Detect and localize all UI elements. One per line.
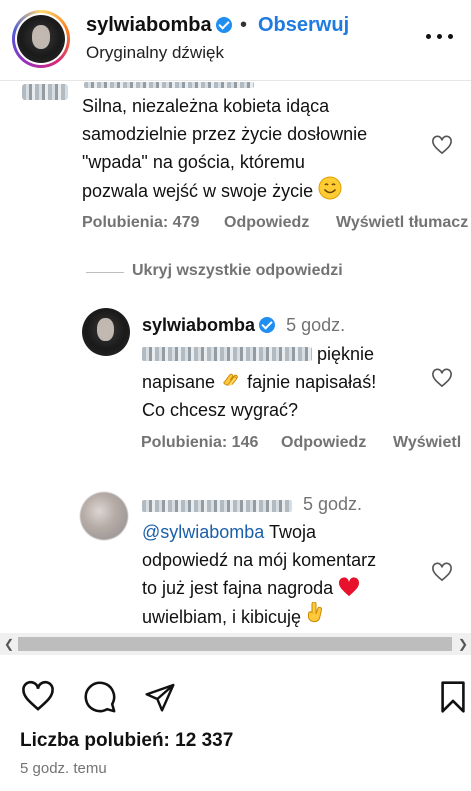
scroll-left-icon[interactable]: ❮: [4, 637, 14, 651]
reply-time: 5 godz.: [286, 315, 346, 335]
header-username[interactable]: sylwiabomba: [86, 14, 232, 37]
comment-line: to już jest fajna nagroda: [142, 574, 442, 602]
save-bookmark-icon[interactable]: [440, 680, 466, 714]
blurred-username[interactable]: [142, 500, 292, 512]
audio-label[interactable]: Oryginalny dźwięk: [86, 43, 224, 63]
comment-line: Co chcesz wygrać?: [142, 400, 299, 420]
post-time: 5 godz. temu: [20, 760, 107, 777]
blurred-username-top: [84, 82, 254, 88]
comment-line: "wpada" na gościa, któremu: [82, 152, 305, 172]
comment-line: odpowiedź na mój komentarz: [142, 550, 377, 570]
reply-body: pięknie napisane fajnie napisałaś! Co ch…: [142, 340, 432, 424]
comment-line: Silna, niezależna kobieta idąca: [82, 96, 330, 116]
like-reply-icon[interactable]: [431, 562, 453, 582]
share-icon[interactable]: [143, 681, 177, 713]
clapping-hands-icon: [223, 373, 238, 386]
translate-button[interactable]: Wyświetl: [393, 434, 461, 452]
smiling-face-icon: [318, 176, 342, 200]
reply-likes[interactable]: Polubienia: 146: [141, 434, 258, 452]
comment-line: @sylwiabomba Twoja: [142, 522, 317, 542]
scroll-right-icon[interactable]: ❯: [458, 637, 468, 651]
comment-line: samodzielnie przez życie dosłownie: [82, 124, 368, 144]
comment-line: pozwala wejść w swoje życie: [82, 176, 422, 205]
post-header: sylwiabomba • Obserwuj Oryginalny dźwięk: [0, 0, 471, 80]
replies-line: [86, 272, 124, 273]
reply-button[interactable]: Odpowiedz: [281, 434, 366, 452]
like-reply-icon[interactable]: [431, 368, 453, 388]
comment-likes[interactable]: Polubienia: 479: [82, 214, 199, 232]
profile-avatar[interactable]: [12, 10, 70, 68]
reply2-time: 5 godz.: [303, 494, 363, 514]
comment-line: uwielbiam, i kibicuję: [142, 602, 442, 631]
translate-button[interactable]: Wyświetl tłumacz: [336, 214, 468, 232]
reply2-avatar-blurred[interactable]: [80, 492, 128, 540]
reply-username[interactable]: sylwiabomba 5 godz.: [142, 315, 345, 336]
comment-line: pięknie: [142, 340, 432, 368]
comment-line: napisane fajnie napisałaś!: [142, 368, 432, 396]
header-divider: [0, 80, 471, 81]
like-post-icon[interactable]: [20, 680, 56, 712]
reply-avatar[interactable]: [82, 308, 130, 356]
follow-button[interactable]: Obserwuj: [258, 14, 349, 37]
verified-badge-icon: [215, 17, 232, 33]
comment-icon[interactable]: [83, 680, 117, 714]
reply2-body: @sylwiabomba Twoja odpowiedź na mój kome…: [142, 518, 442, 631]
hide-replies-button[interactable]: Ukryj wszystkie odpowiedzi: [132, 262, 343, 280]
blurred-mention: [142, 347, 312, 361]
header-separator: •: [240, 14, 248, 36]
more-options-icon[interactable]: [420, 22, 460, 52]
verified-badge-icon: [259, 317, 276, 333]
like-comment-icon[interactable]: [431, 135, 453, 155]
post-likes-count[interactable]: Liczba polubień: 12 337: [20, 730, 233, 752]
mention-link[interactable]: @sylwiabomba: [142, 522, 264, 542]
red-heart-icon: [339, 577, 360, 597]
reply-button[interactable]: Odpowiedz: [224, 214, 309, 232]
crossed-fingers-icon: [308, 602, 323, 623]
scrollbar-thumb[interactable]: [18, 637, 452, 651]
comment-body: Silna, niezależna kobieta idąca samodzie…: [82, 92, 422, 205]
commenter-avatar-blurred[interactable]: [22, 84, 68, 100]
